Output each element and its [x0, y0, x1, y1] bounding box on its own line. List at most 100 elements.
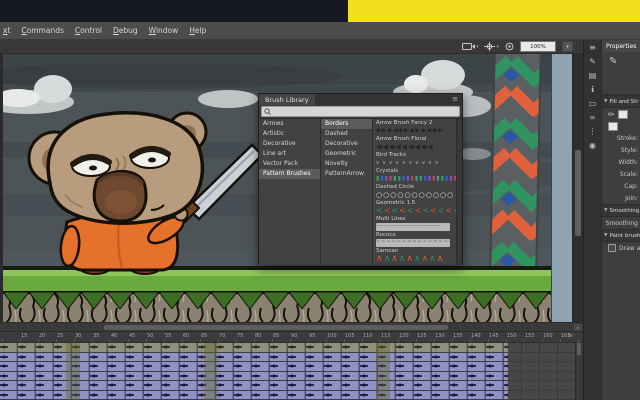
brush-item-crystals[interactable]: Crystals▮▮▮▮▮▮▮▮▮▮▮▮▮▮▮▮▮▮▮▮ — [373, 168, 456, 184]
brush-item-arrow-brush-floral[interactable]: Arrow Brush Floral◀◀◀◀◀◀◀◀◀ — [373, 136, 456, 152]
brush-preview: <<<<<<<<<<<< — [376, 207, 456, 215]
section-fill-and-stroke[interactable]: ▼ Fill and Str — [602, 95, 640, 108]
animate-app-window: xt Commands Control Debug Window Help ▾ ▾ 100… — [0, 0, 640, 400]
brush-panel-icon[interactable]: ✎ — [589, 57, 596, 66]
keyframe-span[interactable] — [0, 372, 508, 381]
keyframe-span[interactable] — [0, 343, 508, 352]
category-line-art[interactable]: Line art — [259, 149, 320, 159]
scrollbar-thumb[interactable] — [577, 343, 581, 355]
brush-preview: ──────────────── — [376, 223, 450, 231]
section-paint-brush[interactable]: ▼ Paint brush — [602, 229, 640, 242]
marquee-panel-icon[interactable]: ▭ — [589, 99, 597, 108]
fill-color-swatch[interactable] — [608, 122, 618, 131]
section-smoothing[interactable]: ▼ Smoothing — [602, 204, 640, 217]
brush-item-dashed-circle[interactable]: Dashed Circle○○○○○○○○○○○ — [373, 184, 456, 200]
menu-item-control[interactable]: Control — [75, 26, 102, 35]
timeline-vertical-scrollbar[interactable] — [575, 342, 583, 400]
scrollbar-thumb[interactable] — [575, 150, 581, 236]
keyframe-span[interactable] — [0, 353, 508, 362]
dock-menu-icon[interactable]: ≡ — [589, 43, 596, 52]
brush-search-row — [259, 105, 462, 118]
timeline-layer-row-4[interactable] — [0, 372, 583, 382]
timeline-layer-row-3[interactable] — [0, 362, 583, 372]
subcategory-borders[interactable]: Borders — [321, 119, 372, 129]
timeline-ruler[interactable]: ≡ 15202530354045505560657075808590951001… — [0, 332, 583, 343]
category-vector-pack[interactable]: Vector Pack — [259, 159, 320, 169]
frame-number: 15 — [21, 333, 27, 339]
subcategory-dashed[interactable]: Dashed — [321, 129, 372, 139]
center-frame-icon[interactable] — [505, 42, 514, 51]
category-artistic[interactable]: Artistic — [259, 129, 320, 139]
menu-item-debug[interactable]: Debug — [113, 26, 138, 35]
stroke-color-pencil-icon[interactable]: ✏ — [608, 110, 615, 119]
brush-preview: ◀◀◀◀◀◀◀◀◀ — [376, 143, 456, 151]
brush-category-list: ArrowsArtisticDecorativeLine artVector P… — [259, 119, 321, 265]
panel-menu-icon[interactable]: ≡ — [452, 94, 462, 105]
zoom-level-input[interactable]: 100% — [520, 41, 556, 52]
brush-item-samoan[interactable]: Samoan∧∧∧∧∧∧∧∧∧ — [373, 248, 456, 264]
subcategory-novelty[interactable]: Novelty — [321, 159, 372, 169]
frame-number: 40 — [111, 333, 117, 339]
menu-item-commands[interactable]: Commands — [21, 26, 63, 35]
brush-item-arrow-brush-fancy-2[interactable]: Arrow Brush Fancy 2◆▶◆◀◆▶◆▶◆◀◆▶ — [373, 120, 456, 136]
brush-item-rococo[interactable]: Rococo~~~~~~~~~~~~~~~~~~~~~~ — [373, 232, 456, 248]
category-pattern-brushes[interactable]: Pattern Brushes — [259, 169, 320, 179]
frame-number: 165 — [561, 333, 571, 339]
brush-name: Dashed Circle — [376, 184, 456, 191]
keyframe-span[interactable] — [0, 381, 508, 390]
brush-library-tab[interactable]: Brush Library — [259, 94, 315, 105]
stroke-color-swatch[interactable] — [618, 110, 628, 119]
swatch-panel-icon[interactable]: ◉ — [589, 141, 596, 150]
more-panel-icon[interactable]: ⋮ — [589, 127, 597, 136]
collapse-triangle-icon: ▼ — [604, 99, 607, 104]
menu-bar: xt Commands Control Debug Window Help — [0, 22, 640, 40]
stage-horizontal-scrollbar[interactable]: ▸ — [0, 322, 583, 332]
draw-as-fill-checkbox[interactable] — [608, 244, 616, 252]
frame-number: 60 — [183, 333, 189, 339]
keyframe-span[interactable] — [0, 391, 508, 400]
frame-number: 50 — [147, 333, 153, 339]
subcategory-geometric[interactable]: Geometric — [321, 149, 372, 159]
frame-number: 85 — [273, 333, 279, 339]
brush-search-input[interactable] — [261, 106, 460, 117]
menu-item-xt[interactable]: xt — [3, 26, 10, 35]
subcategory-patternarrow[interactable]: PatternArrow — [321, 169, 372, 179]
brush-name: Multi Lines — [376, 216, 456, 223]
draw-label: Draw a — [619, 245, 640, 252]
category-arrows[interactable]: Arrows — [259, 119, 320, 129]
category-decorative[interactable]: Decorative — [259, 139, 320, 149]
properties-tabs: Properties Li — [602, 40, 640, 52]
brush-library-titlebar[interactable]: Brush Library ≡ — [259, 94, 462, 105]
scroll-right-button[interactable]: ▸ — [574, 324, 582, 331]
brush-name: Bird Tracks — [376, 152, 456, 159]
timeline-layer-row-5[interactable] — [0, 381, 583, 391]
link-panel-icon[interactable]: ∞ — [589, 113, 596, 122]
cap-label: Cap: — [602, 180, 640, 192]
subcategory-decorative[interactable]: Decorative — [321, 139, 372, 149]
layers-panel-icon[interactable]: ▤ — [589, 71, 597, 80]
frame-number: 45 — [129, 333, 135, 339]
info-panel-icon[interactable]: ℹ — [591, 85, 594, 94]
brush-list-scrollbar[interactable] — [456, 119, 462, 265]
tab-properties[interactable]: Properties — [602, 40, 640, 52]
pasteboard — [551, 54, 573, 322]
timeline-layer-row-6[interactable] — [0, 391, 583, 400]
brush-item-multi-lines[interactable]: Multi Lines──────────────── — [373, 216, 456, 232]
scene-icon[interactable]: ▾ — [462, 42, 479, 51]
frame-number: 70 — [219, 333, 225, 339]
timeline-layer-row-1[interactable] — [0, 343, 583, 353]
keyframe-span[interactable] — [0, 362, 508, 371]
scrollbar-thumb[interactable] — [104, 325, 448, 330]
brush-preview: ○○○○○○○○○○○ — [376, 191, 456, 199]
menu-item-window[interactable]: Window — [149, 26, 179, 35]
edit-symbols-icon[interactable]: ▾ — [484, 42, 499, 51]
timeline-layer-row-2[interactable] — [0, 353, 583, 363]
scale-label: Scale: — [602, 168, 640, 180]
frame-number: 75 — [237, 333, 243, 339]
timeline-panel: ≡ 15202530354045505560657075808590951001… — [0, 332, 583, 400]
brush-item-geometric-1-5[interactable]: Geometric 1.5<<<<<<<<<<<< — [373, 200, 456, 216]
brush-item-bird-tracks[interactable]: Bird Tracksv v v v v v v v v v — [373, 152, 456, 168]
menu-item-help[interactable]: Help — [189, 26, 206, 35]
brush-preview: ∧∧∧∧∧∧∧∧∧ — [376, 255, 456, 263]
zoom-dropdown-arrow-icon[interactable]: ▾ — [562, 41, 573, 52]
